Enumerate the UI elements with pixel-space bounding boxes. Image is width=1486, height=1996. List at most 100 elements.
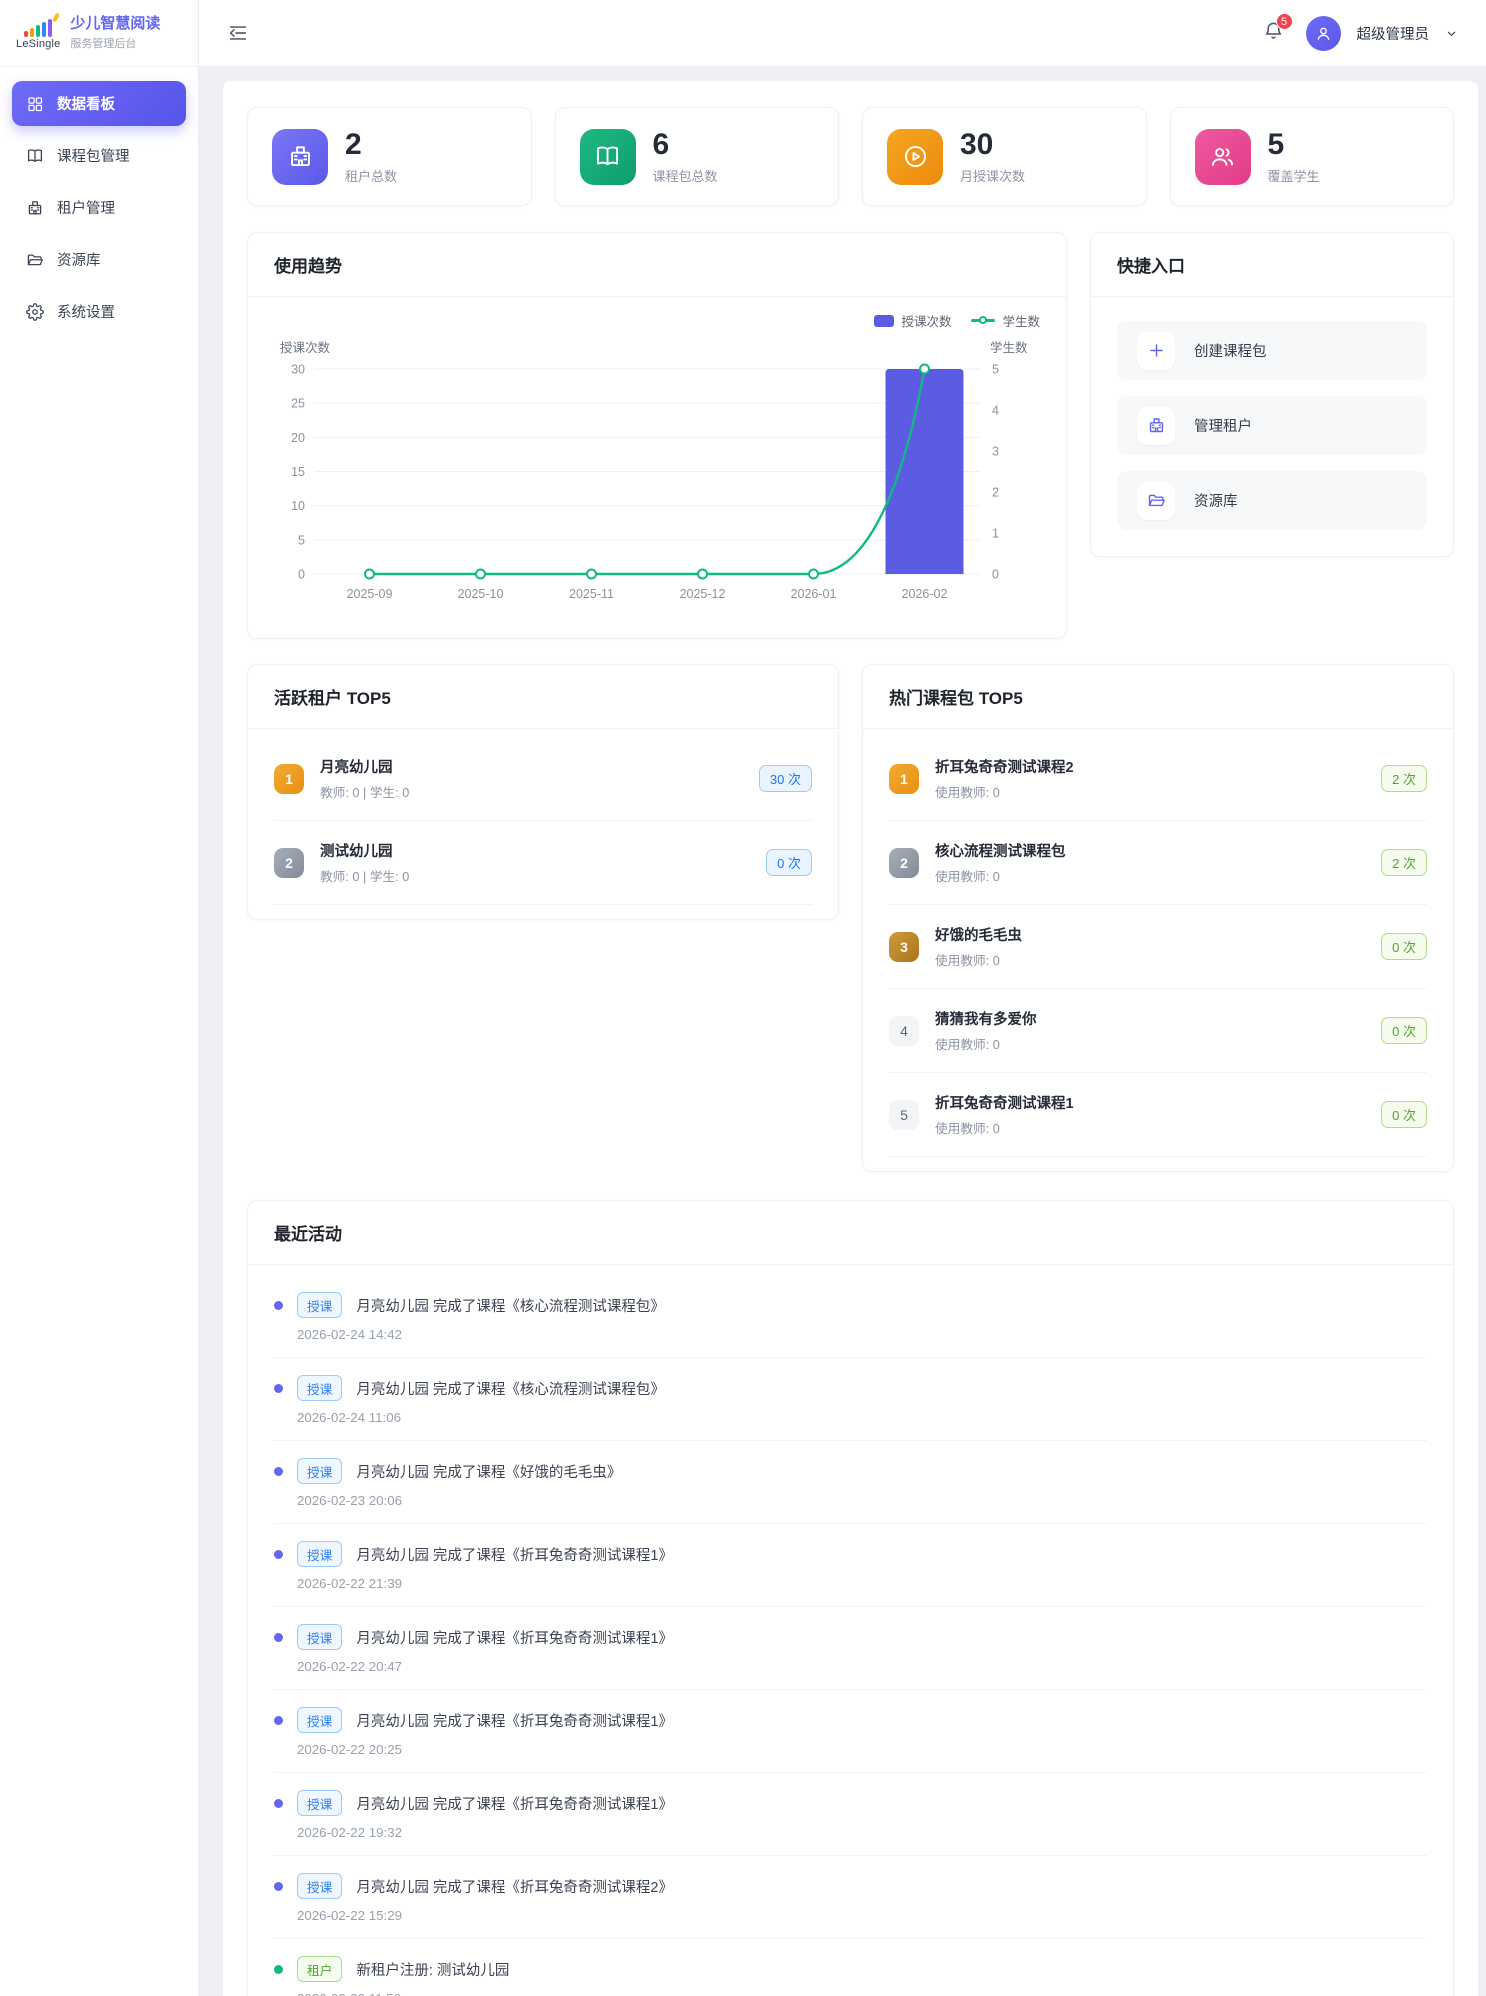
svg-text:0: 0 <box>992 568 999 582</box>
package-sub: 使用教师: 0 <box>935 950 1022 969</box>
sidebar-item-label: 租户管理 <box>57 197 115 218</box>
package-row[interactable]: 1 折耳兔奇奇测试课程2 使用教师: 0 2 次 <box>889 737 1427 821</box>
quick-link-resource-library[interactable]: 资源库 <box>1117 471 1427 530</box>
activity-row[interactable]: 授课 月亮幼儿园 完成了课程《折耳兔奇奇测试课程1》 2026-02-22 20… <box>274 1607 1427 1690</box>
package-top5-list: 1 折耳兔奇奇测试课程2 使用教师: 0 2 次 2 <box>863 729 1453 1171</box>
svg-text:学生数: 学生数 <box>990 340 1028 355</box>
rank-badge: 4 <box>889 1016 919 1046</box>
tenant-row[interactable]: 1 月亮幼儿园 教师: 0 | 学生: 0 30 次 <box>274 737 812 821</box>
activity-dot <box>274 1301 283 1310</box>
avatar[interactable] <box>1306 16 1341 51</box>
activity-row[interactable]: 授课 月亮幼儿园 完成了课程《折耳兔奇奇测试课程1》 2026-02-22 19… <box>274 1773 1427 1856</box>
svg-text:2025-11: 2025-11 <box>569 587 614 601</box>
tenant-row[interactable]: 2 测试幼儿园 教师: 0 | 学生: 0 0 次 <box>274 821 812 905</box>
chevron-down-icon[interactable] <box>1445 27 1458 40</box>
legend-label: 学生数 <box>1002 311 1040 330</box>
svg-text:2026-02: 2026-02 <box>902 587 948 601</box>
stat-label: 租户总数 <box>345 166 397 185</box>
sidebar-item-dashboard[interactable]: 数据看板 <box>12 81 186 126</box>
legend-students[interactable]: 学生数 <box>971 311 1040 330</box>
activity-row[interactable]: 租户 新租户注册: 测试幼儿园 2026-02-22 11:56 <box>274 1939 1427 1996</box>
svg-text:2025-12: 2025-12 <box>680 587 726 601</box>
stat-value: 5 <box>1268 128 1320 161</box>
activity-time: 2026-02-22 20:47 <box>297 1659 1427 1674</box>
sidebar-item-label: 课程包管理 <box>57 145 130 166</box>
activity-text: 月亮幼儿园 完成了课程《折耳兔奇奇测试课程1》 <box>356 1627 673 1648</box>
activity-row[interactable]: 授课 月亮幼儿园 完成了课程《核心流程测试课程包》 2026-02-24 14:… <box>274 1275 1427 1358</box>
activity-time: 2026-02-24 11:06 <box>297 1410 1427 1425</box>
activity-type-badge: 租户 <box>297 1956 342 1982</box>
main-area: 2 租户总数 6 课程包总数 30 <box>199 67 1486 1996</box>
hot-packages-card: 热门课程包 TOP5 1 折耳兔奇奇测试课程2 使用教师: 0 2 次 <box>862 664 1454 1172</box>
package-row[interactable]: 3 好饿的毛毛虫 使用教师: 0 0 次 <box>889 905 1427 989</box>
sidebar-item-course-packages[interactable]: 课程包管理 <box>12 133 186 178</box>
activity-time: 2026-02-24 14:42 <box>297 1327 1427 1342</box>
sidebar-item-label: 资源库 <box>57 249 101 270</box>
quick-link-create-package[interactable]: 创建课程包 <box>1117 321 1427 380</box>
dashboard-container: 2 租户总数 6 课程包总数 30 <box>223 81 1478 1996</box>
topbar-right: 5 超级管理员 <box>1263 16 1459 51</box>
activity-row[interactable]: 授课 月亮幼儿园 完成了课程《折耳兔奇奇测试课程2》 2026-02-22 15… <box>274 1856 1427 1939</box>
package-name: 折耳兔奇奇测试课程2 <box>935 756 1074 777</box>
package-row[interactable]: 2 核心流程测试课程包 使用教师: 0 2 次 <box>889 821 1427 905</box>
stat-card-monthly-lessons: 30 月授课次数 <box>862 107 1147 206</box>
activity-time: 2026-02-22 11:56 <box>297 1991 1427 1996</box>
svg-text:10: 10 <box>291 499 305 513</box>
building-icon <box>1137 407 1175 445</box>
activity-row[interactable]: 授课 月亮幼儿园 完成了课程《折耳兔奇奇测试课程1》 2026-02-22 21… <box>274 1524 1427 1607</box>
stat-label: 课程包总数 <box>653 166 718 185</box>
package-name: 核心流程测试课程包 <box>935 840 1066 861</box>
stat-value: 30 <box>960 128 1025 161</box>
bar-legend-swatch <box>874 315 894 327</box>
legend-lessons[interactable]: 授课次数 <box>874 311 951 330</box>
activity-row[interactable]: 授课 月亮幼儿园 完成了课程《折耳兔奇奇测试课程1》 2026-02-22 20… <box>274 1690 1427 1773</box>
folder-open-icon <box>26 251 44 269</box>
activity-time: 2026-02-22 21:39 <box>297 1576 1427 1591</box>
activity-dot <box>274 1716 283 1725</box>
sidebar-item-tenants[interactable]: 租户管理 <box>12 185 186 230</box>
package-row[interactable]: 4 猜猜我有多爱你 使用教师: 0 0 次 <box>889 989 1427 1073</box>
topbar: 5 超级管理员 <box>199 0 1486 67</box>
logo-spark <box>52 12 60 22</box>
menu-fold-button[interactable] <box>225 20 251 46</box>
activity-row[interactable]: 授课 月亮幼儿园 完成了课程《核心流程测试课程包》 2026-02-24 11:… <box>274 1358 1427 1441</box>
stat-card-packages: 6 课程包总数 <box>555 107 840 206</box>
activity-text: 新租户注册: 测试幼儿园 <box>356 1959 509 1980</box>
app-subtitle: 服务管理后台 <box>70 35 160 51</box>
package-name: 猜猜我有多爱你 <box>935 1008 1037 1029</box>
app-title: 少儿智慧阅读 <box>70 15 160 34</box>
package-sub: 使用教师: 0 <box>935 866 1066 885</box>
activity-text: 月亮幼儿园 完成了课程《折耳兔奇奇测试课程2》 <box>356 1876 673 1897</box>
rank-badge: 1 <box>889 764 919 794</box>
activity-type-badge: 授课 <box>297 1375 342 1401</box>
stat-card-students: 5 覆盖学生 <box>1170 107 1455 206</box>
activity-dot <box>274 1633 283 1642</box>
activity-text: 月亮幼儿园 完成了课程《折耳兔奇奇测试课程1》 <box>356 1710 673 1731</box>
trend-chart-svg: 051015202530012345授课次数学生数2025-092025-102… <box>274 311 1042 623</box>
play-circle-icon <box>887 129 943 185</box>
sidebar-item-resource-library[interactable]: 资源库 <box>12 237 186 282</box>
stat-label: 月授课次数 <box>960 166 1025 185</box>
activity-row[interactable]: 授课 月亮幼儿园 完成了课程《好饿的毛毛虫》 2026-02-23 20:06 <box>274 1441 1427 1524</box>
activity-time: 2026-02-22 19:32 <box>297 1825 1427 1840</box>
building-icon <box>26 199 44 217</box>
quick-link-manage-tenants[interactable]: 管理租户 <box>1117 396 1427 455</box>
stat-label: 覆盖学生 <box>1268 166 1320 185</box>
usage-count-badge: 30 次 <box>759 765 812 792</box>
package-sub: 使用教师: 0 <box>935 782 1074 801</box>
usage-trend-card: 使用趋势 授课次数 学生数 <box>247 232 1067 639</box>
user-name[interactable]: 超级管理员 <box>1357 23 1430 44</box>
sidebar-item-settings[interactable]: 系统设置 <box>12 289 186 334</box>
stat-value: 6 <box>653 128 718 161</box>
activity-text: 月亮幼儿园 完成了课程《折耳兔奇奇测试课程1》 <box>356 1793 673 1814</box>
rank-badge: 1 <box>274 764 304 794</box>
tenant-name: 测试幼儿园 <box>320 840 409 861</box>
legend-label: 授课次数 <box>901 311 951 330</box>
notifications-button[interactable]: 5 <box>1263 20 1284 46</box>
usage-count-badge: 0 次 <box>1381 1017 1427 1044</box>
stats-row: 2 租户总数 6 课程包总数 30 <box>247 107 1454 206</box>
svg-text:授课次数: 授课次数 <box>280 340 331 355</box>
card-title: 快捷入口 <box>1091 233 1453 297</box>
package-row[interactable]: 5 折耳兔奇奇测试课程1 使用教师: 0 0 次 <box>889 1073 1427 1157</box>
activity-dot <box>274 1384 283 1393</box>
